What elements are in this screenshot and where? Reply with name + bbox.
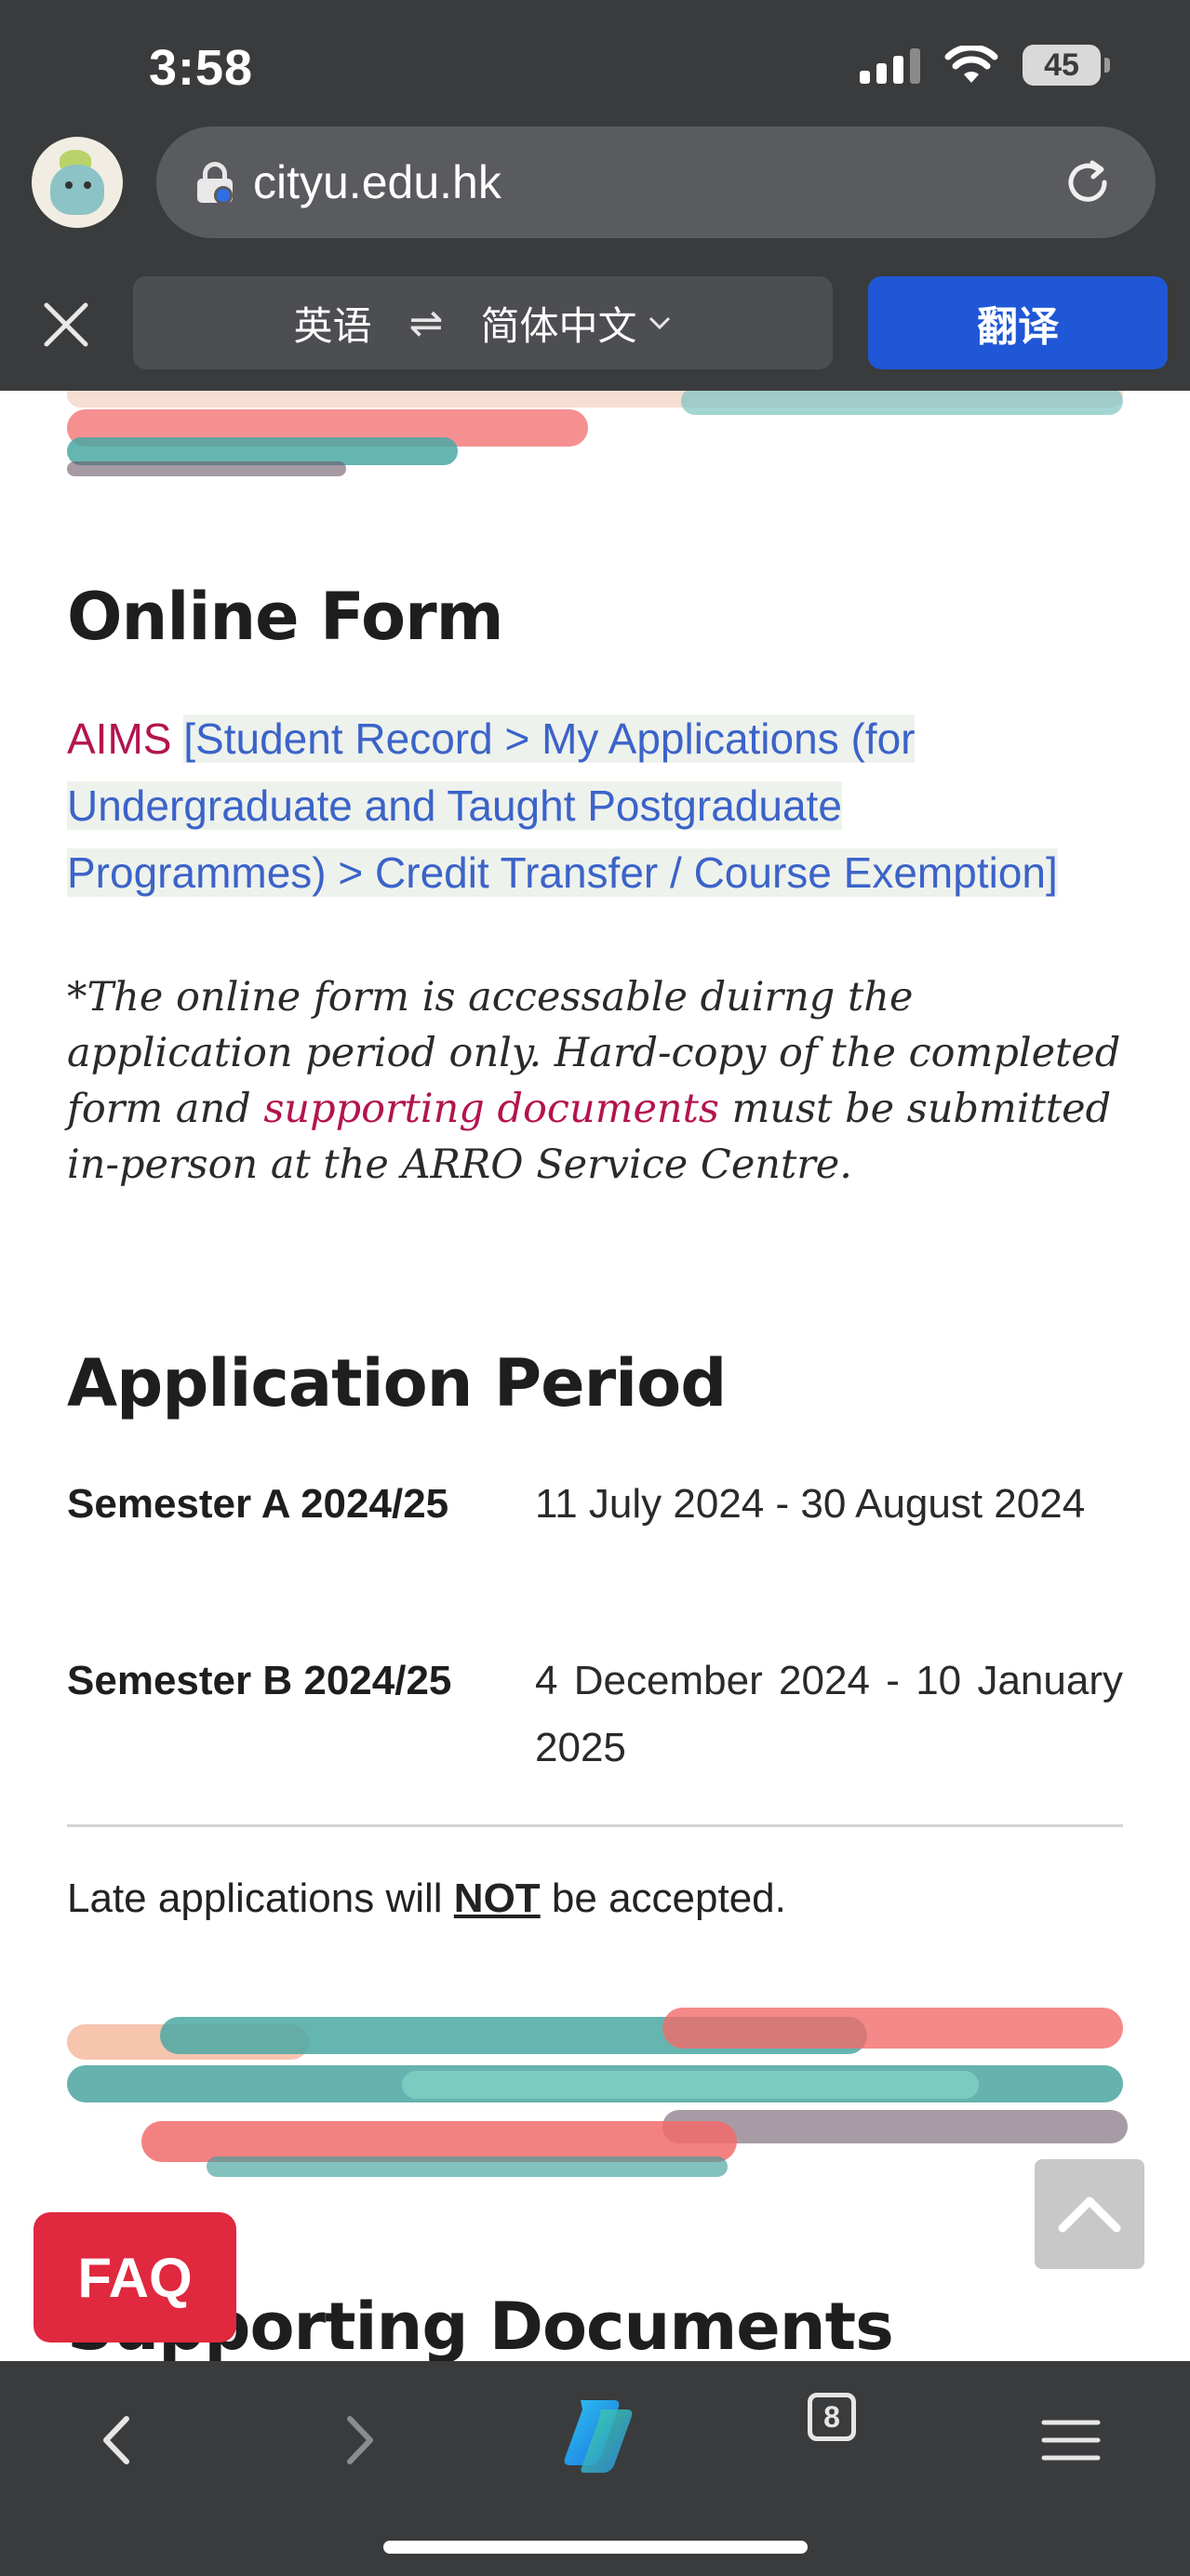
reload-icon[interactable] <box>1061 155 1115 209</box>
online-form-note: *The online form is accessable duirng th… <box>67 969 1128 1193</box>
web-content: Online Form AIMS [Student Record > My Ap… <box>0 391 1190 2361</box>
aims-navigation-link[interactable]: [Student Record > My Applications (for U… <box>67 714 1058 897</box>
menu-icon[interactable] <box>1029 2398 1113 2482</box>
semester-dates: 11 July 2024 - 30 August 2024 <box>535 1481 1086 1527</box>
language-selector[interactable]: 英语 ⇌ 简体中文 <box>133 276 833 369</box>
home-indicator[interactable] <box>383 2541 808 2554</box>
target-language[interactable]: 简体中文 <box>480 295 672 352</box>
late-application-notice: Late applications will NOT be accepted. <box>67 1875 786 1922</box>
aims-label[interactable]: AIMS <box>67 714 171 763</box>
status-time: 3:58 <box>149 40 254 96</box>
period-row-semester-b: Semester B 2024/25 4 December 2024 - 10 … <box>67 1648 1123 1787</box>
url-text[interactable]: cityu.edu.hk <box>253 155 1061 209</box>
swap-languages-icon[interactable]: ⇌ <box>409 300 444 347</box>
back-to-top-button[interactable] <box>1035 2159 1144 2269</box>
semester-dates: 4 December 2024 - 10 January 2025 <box>535 1658 1123 1770</box>
late-text-suffix: be accepted. <box>540 1875 786 1921</box>
profile-avatar[interactable] <box>32 137 123 228</box>
copilot-icon[interactable] <box>553 2391 642 2480</box>
decorative-brush-banner <box>67 2008 1128 2194</box>
translate-button[interactable]: 翻译 <box>868 276 1168 369</box>
divider <box>67 1824 1123 1827</box>
tabs-button[interactable]: 8 <box>808 2393 856 2441</box>
aims-path-paragraph: AIMS [Student Record > My Applications (… <box>67 705 1109 906</box>
lock-icon[interactable] <box>197 162 233 205</box>
browser-chrome: 3:58 45 cityu.edu.hk 英语 ⇌ 简体中文 翻译 <box>0 0 1190 391</box>
semester-label: Semester B 2024/25 <box>67 1658 452 1703</box>
target-language-label: 简体中文 <box>480 303 637 348</box>
battery-icon: 45 <box>1023 45 1110 86</box>
back-icon[interactable] <box>76 2398 160 2482</box>
source-language[interactable]: 英语 <box>294 295 372 352</box>
status-icons: 45 <box>860 45 1110 86</box>
chevron-down-icon <box>649 316 671 330</box>
online-form-heading: Online Form <box>67 579 504 655</box>
application-period-heading: Application Period <box>67 1345 727 1421</box>
late-text-emphasis: NOT <box>453 1875 541 1921</box>
faq-button[interactable]: FAQ <box>33 2212 236 2342</box>
cellular-signal-icon <box>860 47 920 84</box>
address-bar[interactable]: cityu.edu.hk <box>156 127 1156 238</box>
semester-label: Semester A 2024/25 <box>67 1481 449 1527</box>
wifi-icon <box>944 46 998 83</box>
chevron-up-icon <box>1058 2196 1121 2233</box>
late-text-prefix: Late applications will <box>67 1875 454 1921</box>
close-translate-icon[interactable] <box>37 296 95 354</box>
supporting-documents-link[interactable]: supporting documents <box>263 1086 719 1132</box>
period-row-semester-a: Semester A 2024/25 11 July 2024 - 30 Aug… <box>67 1471 1123 1610</box>
decorative-brush-banner <box>67 391 1123 493</box>
forward-icon[interactable] <box>316 2398 400 2482</box>
